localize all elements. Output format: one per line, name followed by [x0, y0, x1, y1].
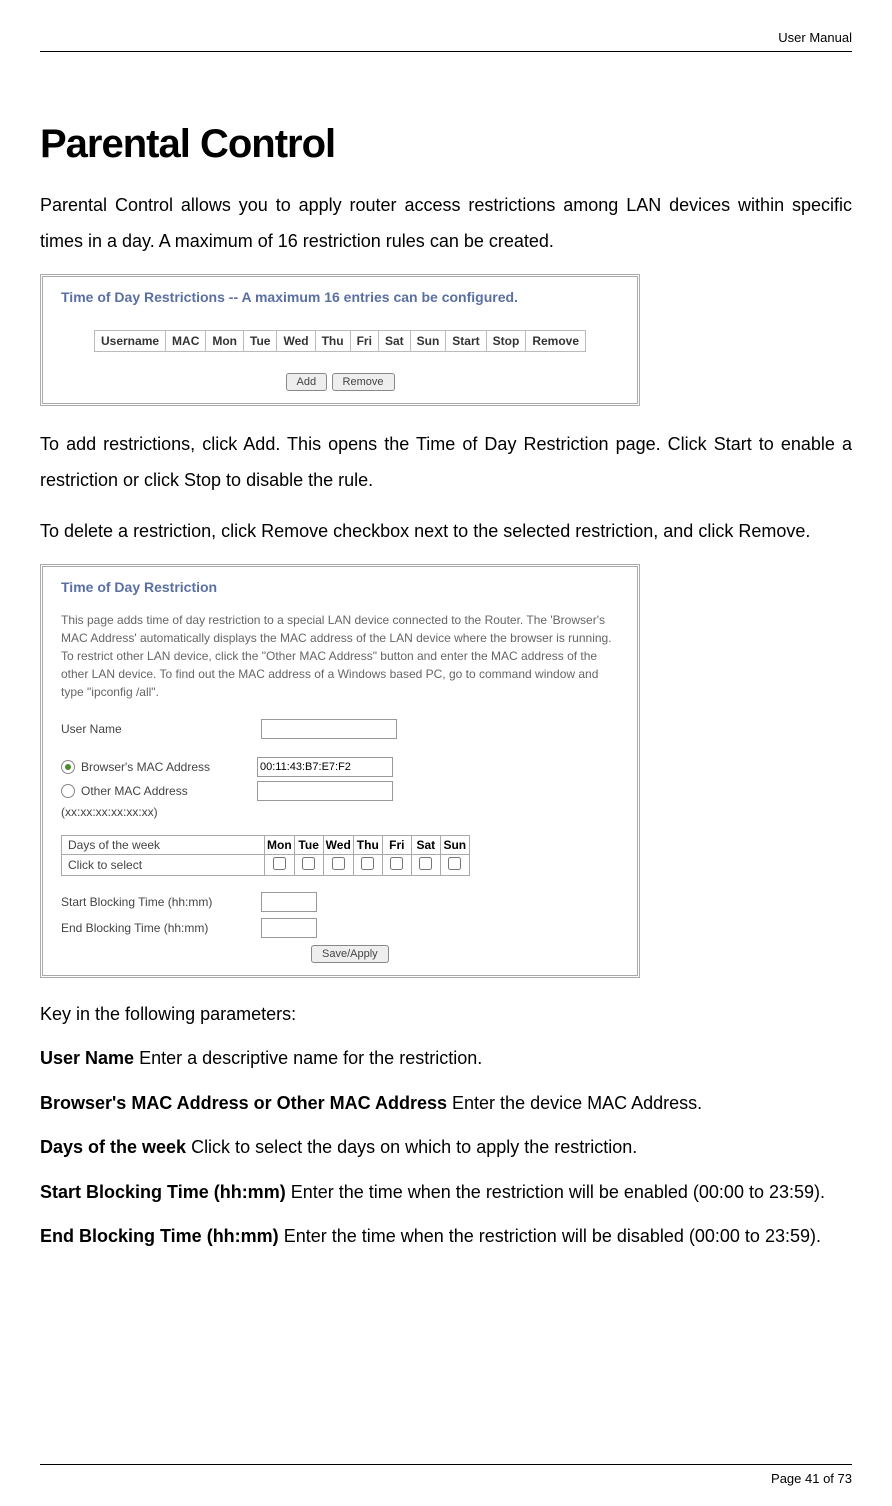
- param-days: Days of the week Click to select the day…: [40, 1131, 852, 1163]
- col-sat: Sat: [378, 331, 410, 352]
- restriction-form-desc: This page adds time of day restriction t…: [61, 611, 619, 701]
- checkbox-sat[interactable]: [419, 857, 432, 870]
- user-name-input[interactable]: [261, 719, 397, 739]
- restriction-form-title: Time of Day Restriction: [61, 579, 619, 595]
- save-apply-button[interactable]: Save/Apply: [311, 945, 389, 963]
- param-end-label: End Blocking Time (hh:mm): [40, 1226, 279, 1246]
- start-time-label: Start Blocking Time (hh:mm): [61, 895, 261, 909]
- checkbox-mon[interactable]: [273, 857, 286, 870]
- col-start: Start: [446, 331, 486, 352]
- page-header: User Manual: [40, 30, 852, 52]
- col-username: Username: [95, 331, 166, 352]
- col-sun: Sun: [410, 331, 446, 352]
- param-mac-text: Enter the device MAC Address.: [447, 1093, 702, 1113]
- end-time-input[interactable]: [261, 918, 317, 938]
- checkbox-wed[interactable]: [332, 857, 345, 870]
- param-days-text: Click to select the days on which to app…: [186, 1137, 637, 1157]
- add-button[interactable]: Add: [286, 373, 328, 391]
- checkbox-thu[interactable]: [361, 857, 374, 870]
- end-time-label: End Blocking Time (hh:mm): [61, 921, 261, 935]
- restrictions-panel-title: Time of Day Restrictions -- A maximum 16…: [61, 289, 619, 305]
- restriction-form-panel: Time of Day Restriction This page adds t…: [40, 564, 640, 978]
- other-mac-label: Other MAC Address: [81, 784, 251, 798]
- days-table: Days of the week Mon Tue Wed Thu Fri Sat…: [61, 835, 470, 876]
- param-mac: Browser's MAC Address or Other MAC Addre…: [40, 1087, 852, 1119]
- doc-title: User Manual: [778, 30, 852, 45]
- day-sun: Sun: [440, 836, 469, 855]
- restrictions-list-panel: Time of Day Restrictions -- A maximum 16…: [40, 274, 640, 406]
- other-mac-format: (xx:xx:xx:xx:xx:xx): [61, 805, 619, 819]
- param-user-name-label: User Name: [40, 1048, 134, 1068]
- remove-button[interactable]: Remove: [332, 373, 395, 391]
- day-fri: Fri: [382, 836, 411, 855]
- other-mac-input[interactable]: [257, 781, 393, 801]
- day-wed: Wed: [323, 836, 353, 855]
- checkbox-fri[interactable]: [390, 857, 403, 870]
- param-user-name-text: Enter a descriptive name for the restric…: [134, 1048, 482, 1068]
- browser-mac-input[interactable]: [257, 757, 393, 777]
- checkbox-tue[interactable]: [302, 857, 315, 870]
- intro-paragraph: Parental Control allows you to apply rou…: [40, 187, 852, 259]
- param-end: End Blocking Time (hh:mm) Enter the time…: [40, 1220, 852, 1252]
- day-thu: Thu: [353, 836, 382, 855]
- day-sat: Sat: [411, 836, 440, 855]
- user-name-label: User Name: [61, 722, 261, 736]
- start-time-input[interactable]: [261, 892, 317, 912]
- col-tue: Tue: [244, 331, 277, 352]
- col-stop: Stop: [486, 331, 526, 352]
- param-user-name: User Name Enter a descriptive name for t…: [40, 1042, 852, 1074]
- click-select-label: Click to select: [62, 855, 265, 876]
- other-mac-radio[interactable]: [61, 784, 75, 798]
- col-fri: Fri: [350, 331, 378, 352]
- param-end-text: Enter the time when the restriction will…: [279, 1226, 821, 1246]
- day-mon: Mon: [265, 836, 295, 855]
- page-title: Parental Control: [40, 122, 852, 167]
- param-start: Start Blocking Time (hh:mm) Enter the ti…: [40, 1176, 852, 1208]
- col-wed: Wed: [277, 331, 315, 352]
- param-start-label: Start Blocking Time (hh:mm): [40, 1182, 286, 1202]
- browser-mac-radio[interactable]: [61, 760, 75, 774]
- col-mac: MAC: [166, 331, 206, 352]
- col-remove: Remove: [526, 331, 586, 352]
- page-number: Page 41 of 73: [771, 1471, 852, 1486]
- page-footer: Page 41 of 73: [40, 1464, 852, 1486]
- param-days-label: Days of the week: [40, 1137, 186, 1157]
- param-start-text: Enter the time when the restriction will…: [286, 1182, 825, 1202]
- restrictions-table: Username MAC Mon Tue Wed Thu Fri Sat Sun…: [94, 330, 586, 352]
- days-of-week-label: Days of the week: [62, 836, 265, 855]
- add-instructions: To add restrictions, click Add. This ope…: [40, 426, 852, 498]
- day-tue: Tue: [294, 836, 323, 855]
- delete-instructions: To delete a restriction, click Remove ch…: [40, 513, 852, 549]
- col-thu: Thu: [315, 331, 350, 352]
- col-mon: Mon: [206, 331, 244, 352]
- checkbox-sun[interactable]: [448, 857, 461, 870]
- browser-mac-label: Browser's MAC Address: [81, 760, 251, 774]
- param-mac-label: Browser's MAC Address or Other MAC Addre…: [40, 1093, 447, 1113]
- key-in-text: Key in the following parameters:: [40, 998, 852, 1030]
